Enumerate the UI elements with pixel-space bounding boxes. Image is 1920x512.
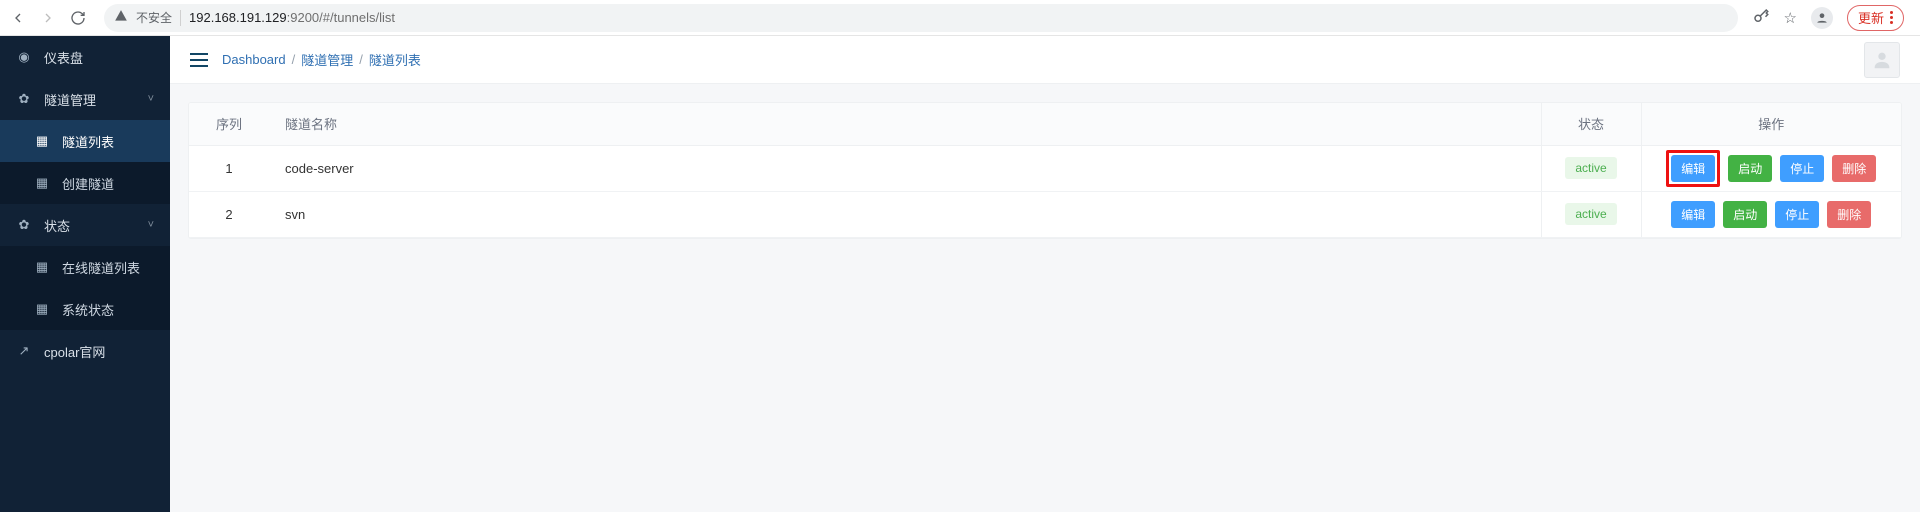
browser-update-chip[interactable]: 更新 — [1847, 5, 1904, 31]
cell-status: active — [1541, 145, 1641, 191]
cell-index: 1 — [189, 145, 269, 191]
sidebar-item-label: 隧道管理 — [44, 90, 96, 109]
status-badge: active — [1565, 157, 1616, 179]
breadcrumb-root[interactable]: Dashboard — [222, 52, 286, 67]
address-bar[interactable]: 不安全 192.168.191.129:9200/#/tunnels/list — [104, 4, 1738, 32]
breadcrumb-current: 隧道列表 — [369, 50, 421, 69]
browser-toolbar: 不安全 192.168.191.129:9200/#/tunnels/list … — [0, 0, 1920, 36]
update-label: 更新 — [1858, 8, 1884, 27]
topbar: Dashboard / 隧道管理 / 隧道列表 — [170, 36, 1920, 84]
cell-index: 2 — [189, 191, 269, 237]
sidebar-item-5[interactable]: ▦ 在线隧道列表 — [0, 246, 170, 288]
sidebar-icon: ✿ — [16, 217, 32, 233]
edit-button[interactable]: 编辑 — [1671, 201, 1715, 228]
col-header-index: 序列 — [189, 103, 269, 145]
menu-dots-icon — [1890, 11, 1893, 24]
tunnel-table: 序列 隧道名称 状态 操作 1code-server active 编辑启动停止删除… — [189, 103, 1901, 238]
breadcrumb-mid[interactable]: 隧道管理 — [301, 50, 353, 69]
cell-actions: 编辑启动停止删除 — [1641, 145, 1901, 191]
address-divider — [180, 10, 181, 26]
stop-button[interactable]: 停止 — [1780, 155, 1824, 182]
sidebar-item-label: 状态 — [44, 216, 70, 235]
menu-toggle-icon[interactable] — [190, 53, 208, 67]
status-badge: active — [1565, 203, 1616, 225]
bookmark-star-icon[interactable]: ☆ — [1784, 9, 1797, 27]
sidebar-icon: ▦ — [34, 175, 50, 191]
sidebar-icon: ▦ — [34, 259, 50, 275]
cell-name: code-server — [269, 145, 1541, 191]
main-area: Dashboard / 隧道管理 / 隧道列表 序列 隧道名称 状态 — [170, 36, 1920, 512]
sidebar-item-label: 在线隧道列表 — [62, 258, 140, 277]
sidebar-icon: ◉ — [16, 49, 32, 65]
key-icon[interactable] — [1752, 7, 1770, 29]
chevron-down-icon: ˅ — [148, 219, 154, 231]
insecure-icon — [114, 9, 128, 26]
sidebar-item-label: cpolar官网 — [44, 342, 105, 361]
table-row: 1code-server active 编辑启动停止删除 — [189, 145, 1901, 191]
stop-button[interactable]: 停止 — [1775, 201, 1819, 228]
highlight-box: 编辑 — [1666, 150, 1720, 187]
delete-button[interactable]: 删除 — [1832, 155, 1876, 182]
breadcrumb-sep: / — [359, 52, 363, 67]
forward-button[interactable] — [40, 10, 56, 26]
reload-button[interactable] — [70, 10, 86, 26]
sidebar-item-4[interactable]: ✿ 状态 ˅ — [0, 204, 170, 246]
sidebar-icon: ✿ — [16, 91, 32, 107]
sidebar-item-2[interactable]: ▦ 隧道列表 — [0, 120, 170, 162]
back-button[interactable] — [10, 10, 26, 26]
breadcrumb: Dashboard / 隧道管理 / 隧道列表 — [222, 50, 421, 69]
sidebar-icon: ↗ — [16, 343, 32, 359]
sidebar-item-label: 隧道列表 — [62, 132, 114, 151]
sidebar: ◉ 仪表盘 ✿ 隧道管理 ˅ ▦ 隧道列表 ▦ 创建隧道 ✿ 状态 ˅ ▦ 在线隧道列表 ▦ 系统状态 ↗ cpo… — [0, 36, 170, 512]
sidebar-item-label: 创建隧道 — [62, 174, 114, 193]
breadcrumb-sep: / — [292, 52, 296, 67]
profile-avatar-icon[interactable] — [1811, 7, 1833, 29]
user-avatar[interactable] — [1864, 42, 1900, 78]
sidebar-item-3[interactable]: ▦ 创建隧道 — [0, 162, 170, 204]
col-header-status: 状态 — [1541, 103, 1641, 145]
col-header-actions: 操作 — [1641, 103, 1901, 145]
tunnel-table-panel: 序列 隧道名称 状态 操作 1code-server active 编辑启动停止删除… — [188, 102, 1902, 239]
start-button[interactable]: 启动 — [1723, 201, 1767, 228]
start-button[interactable]: 启动 — [1728, 155, 1772, 182]
table-row: 2svn active 编辑启动停止删除 — [189, 191, 1901, 237]
sidebar-item-label: 系统状态 — [62, 300, 114, 319]
delete-button[interactable]: 删除 — [1827, 201, 1871, 228]
sidebar-item-1[interactable]: ✿ 隧道管理 ˅ — [0, 78, 170, 120]
edit-button[interactable]: 编辑 — [1671, 155, 1715, 182]
cell-name: svn — [269, 191, 1541, 237]
insecure-label: 不安全 — [136, 9, 172, 26]
cell-status: active — [1541, 191, 1641, 237]
sidebar-item-7[interactable]: ↗ cpolar官网 — [0, 330, 170, 372]
chevron-down-icon: ˅ — [148, 93, 154, 105]
url-host: 192.168.191.129 — [189, 10, 287, 25]
col-header-name: 隧道名称 — [269, 103, 1541, 145]
sidebar-item-0[interactable]: ◉ 仪表盘 — [0, 36, 170, 78]
cell-actions: 编辑启动停止删除 — [1641, 191, 1901, 237]
sidebar-item-6[interactable]: ▦ 系统状态 — [0, 288, 170, 330]
url-path: :9200/#/tunnels/list — [287, 10, 395, 25]
sidebar-item-label: 仪表盘 — [44, 48, 83, 67]
sidebar-icon: ▦ — [34, 301, 50, 317]
sidebar-icon: ▦ — [34, 133, 50, 149]
